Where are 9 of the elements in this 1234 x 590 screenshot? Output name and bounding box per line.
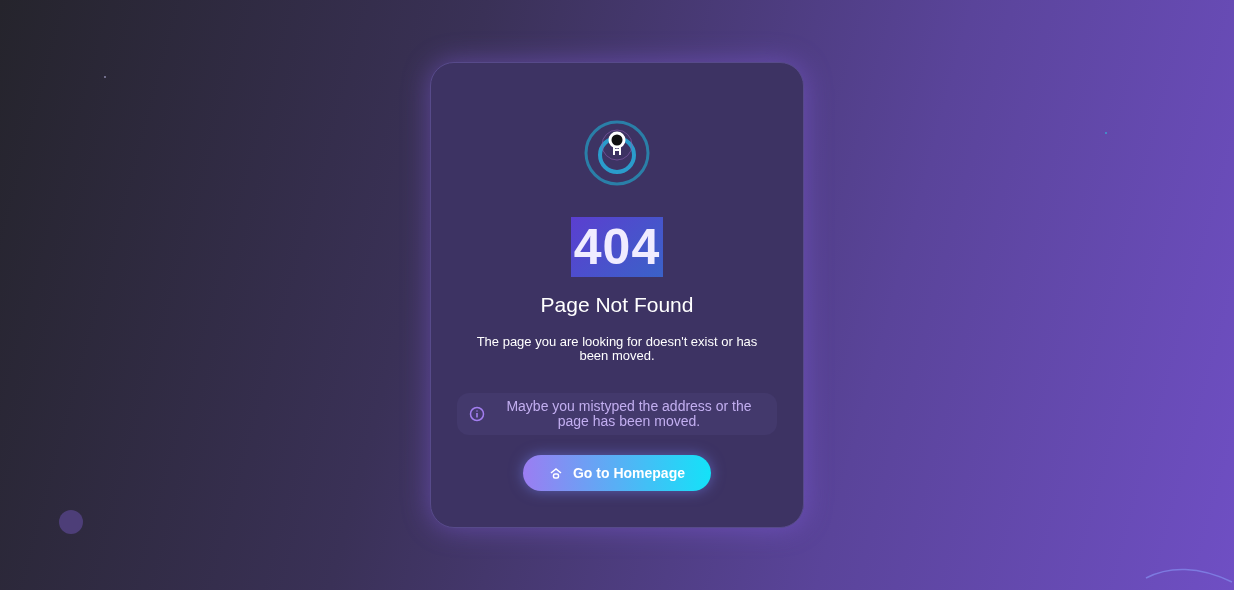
- hint-text: Maybe you mistyped the address or the page has been moved.: [505, 399, 753, 429]
- error-title: Page Not Found: [540, 293, 694, 317]
- error-message: The page you are looking for doesn't exist or has been moved.: [475, 335, 759, 363]
- error-code: 404: [570, 217, 664, 277]
- location-pin-icon: [583, 119, 651, 187]
- floating-bubble: [59, 510, 83, 534]
- home-icon: [549, 466, 563, 480]
- homepage-button[interactable]: Go to Homepage: [523, 455, 711, 491]
- info-icon: [469, 406, 485, 422]
